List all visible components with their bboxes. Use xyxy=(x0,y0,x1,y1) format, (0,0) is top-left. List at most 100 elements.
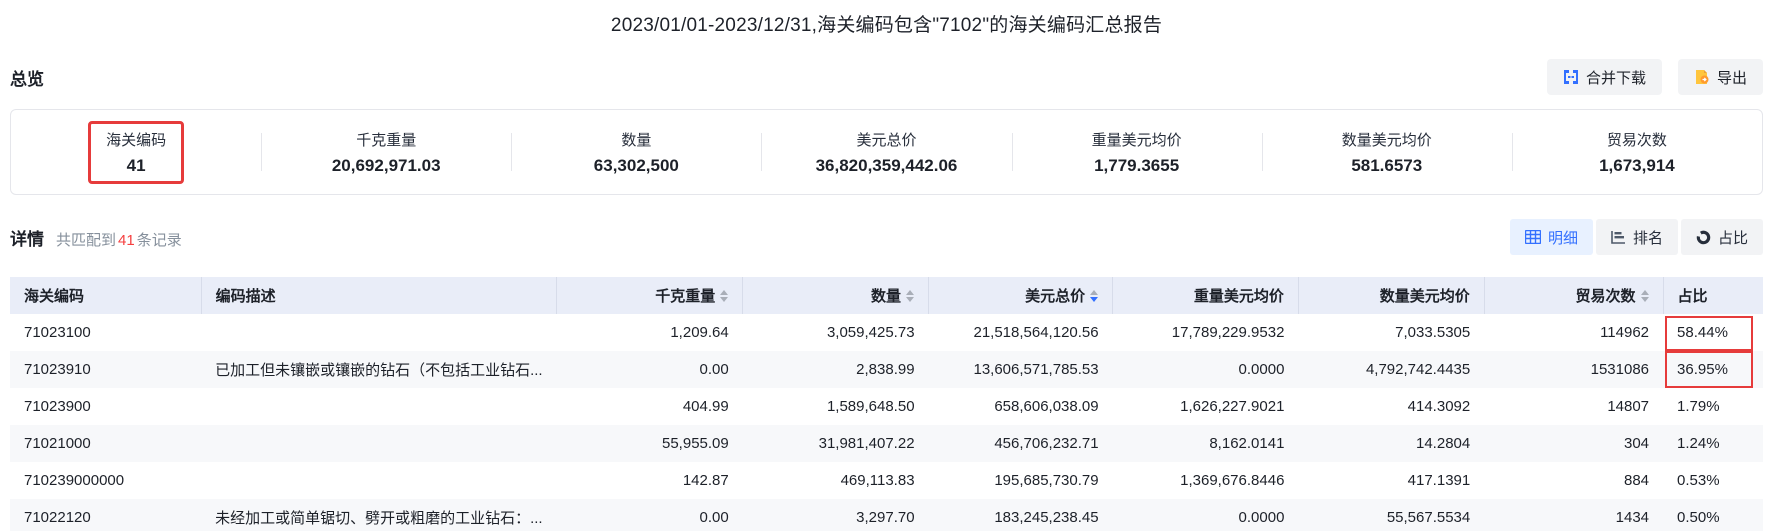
stat-value: 1,779.3655 xyxy=(1094,155,1180,175)
cell-trades: 1434 xyxy=(1615,509,1650,526)
cell-trades: 884 xyxy=(1624,472,1650,489)
column-header-qty[interactable]: 数量 xyxy=(742,277,930,314)
column-header-usd_per_qty: 数量美元均价 xyxy=(1298,277,1485,314)
column-header-label: 数量 xyxy=(871,288,902,305)
cell-trades: 304 xyxy=(1624,435,1650,452)
stat-value: 41 xyxy=(126,155,146,175)
cell-usd_per_kg: 0.0000 xyxy=(1238,509,1285,526)
column-header-usd[interactable]: 美元总价 xyxy=(928,277,1114,314)
column-header-label: 占比 xyxy=(1677,288,1708,305)
summary-stat-0: 海关编码 41 xyxy=(11,110,261,194)
stat-label: 贸易次数 xyxy=(1606,131,1667,149)
table-row: 71023910 已加工但未镶嵌或镶嵌的钻石（不包括工业钻石... 0.00 2,83… xyxy=(10,351,1763,388)
cell-kg: 0.00 xyxy=(699,509,729,526)
cell-usd_per_qty: 414.3092 xyxy=(1407,398,1471,415)
cell-desc: 已加工但未镶嵌或镶嵌的钻石（不包括工业钻石... xyxy=(215,362,543,379)
sort-arrows-icon[interactable] xyxy=(720,289,729,302)
cell-kg: 404.99 xyxy=(682,398,729,415)
table-row: 71023900 404.99 1,589,648.50 658,606,038.09… xyxy=(10,388,1763,425)
stat-value: 36,820,359,442.06 xyxy=(815,155,958,175)
cell-qty: 3,297.70 xyxy=(856,509,915,526)
column-header-label: 重量美元均价 xyxy=(1193,288,1284,305)
table-header-row: 海关编码 编码描述 千克重量 数量 美元总价 重量美元均价 数量美元均价 贸易次数 占比 xyxy=(10,277,1763,314)
view-tab-label: 排名 xyxy=(1632,229,1663,247)
column-header-label: 千克重量 xyxy=(655,288,716,305)
column-header-label: 海关编码 xyxy=(24,288,85,305)
cell-qty: 469,113.83 xyxy=(840,472,915,489)
cell-usd: 183,245,238.45 xyxy=(994,509,1099,526)
cell-qty: 3,059,425.73 xyxy=(826,324,915,341)
cell-qty: 2,838.99 xyxy=(856,361,915,378)
view-tab-排名[interactable]: 排名 xyxy=(1595,219,1678,255)
cell-code: 71023910 xyxy=(24,361,91,378)
summary-stat-2: 数量 63,302,500 xyxy=(511,110,761,194)
cell-trades: 1531086 xyxy=(1590,361,1650,378)
stat-label: 数量美元均价 xyxy=(1341,131,1432,149)
column-header-label: 数量美元均价 xyxy=(1379,288,1470,305)
column-header-trades[interactable]: 贸易次数 xyxy=(1484,277,1664,314)
stat-value: 20,692,971.03 xyxy=(331,155,441,175)
cell-kg: 55,955.09 xyxy=(662,435,729,452)
stat-value: 63,302,500 xyxy=(593,155,679,175)
red-annotation-box: 海关编码 41 xyxy=(88,120,185,184)
cell-usd_per_qty: 4,792,742.4435 xyxy=(1365,361,1471,378)
column-header-usd_per_kg: 重量美元均价 xyxy=(1112,277,1299,314)
cell-qty: 1,589,648.50 xyxy=(826,398,915,415)
summary-stat-5: 数量美元均价 581.6573 xyxy=(1261,110,1512,194)
cell-qty: 31,981,407.22 xyxy=(818,435,915,452)
cell-kg: 0.00 xyxy=(699,361,729,378)
export-button[interactable]: 导出 xyxy=(1677,59,1763,95)
cell-usd: 456,706,232.71 xyxy=(994,435,1099,452)
overview-heading: 总览 xyxy=(10,69,44,89)
cell-usd_per_kg: 1,626,227.9021 xyxy=(1180,398,1285,415)
view-mode-tabs: 明细 排名 占比 xyxy=(1509,219,1763,255)
table-row: 71022120 未经加工或简单锯切、劈开或粗磨的工业钻石：... 0.00 3,29… xyxy=(10,499,1763,531)
cell-kg: 142.87 xyxy=(682,472,729,489)
cell-usd_per_kg: 0.0000 xyxy=(1238,361,1285,378)
cell-usd_per_kg: 8,162.0141 xyxy=(1209,435,1285,452)
match-summary: 共匹配到 41 条记录 xyxy=(56,231,182,249)
sort-arrows-icon[interactable] xyxy=(1090,289,1099,302)
merge-download-button[interactable]: 合并下载 xyxy=(1546,59,1662,95)
page-title: 2023/01/01-2023/12/31,海关编码包含"7102"的海关编码汇… xyxy=(610,15,1163,36)
summary-stats-panel: 海关编码 41 千克重量 20,692,971.03 数量 63,302,500 美元总价 3… xyxy=(10,109,1763,195)
stat-label: 海关编码 xyxy=(106,131,167,149)
cell-code: 71021000 xyxy=(24,435,91,452)
column-header-kg[interactable]: 千克重量 xyxy=(556,277,744,314)
cell-share: 0.50% xyxy=(1677,509,1720,526)
stat-label: 千克重量 xyxy=(356,131,417,149)
view-tab-明细[interactable]: 明细 xyxy=(1509,219,1593,255)
cell-usd: 195,685,730.79 xyxy=(994,472,1099,489)
cell-usd: 13,606,571,785.53 xyxy=(973,361,1099,378)
cell-share: 1.24% xyxy=(1677,435,1720,452)
table-row: 71023100 1,209.64 3,059,425.73 21,518,564,1… xyxy=(10,314,1763,351)
cell-share: 36.95% xyxy=(1663,351,1763,388)
stat-value: 1,673,914 xyxy=(1599,155,1675,175)
column-header-share: 占比 xyxy=(1663,277,1763,314)
sort-arrows-icon[interactable] xyxy=(1640,289,1649,302)
stat-label: 美元总价 xyxy=(856,131,917,149)
overview-section-bar: 总览 合并下载 导出 xyxy=(10,59,1763,95)
column-header-code: 海关编码 xyxy=(10,277,202,314)
cell-trades: 14807 xyxy=(1607,398,1650,415)
cell-kg: 1,209.64 xyxy=(670,324,729,341)
view-tab-占比[interactable]: 占比 xyxy=(1680,219,1763,255)
view-tab-label: 明细 xyxy=(1547,229,1578,247)
summary-stat-3: 美元总价 36,820,359,442.06 xyxy=(761,110,1011,194)
cell-code: 71022120 xyxy=(24,509,91,526)
cell-share: 1.79% xyxy=(1677,398,1720,415)
match-count: 41 xyxy=(118,231,135,249)
cell-share: 58.44% xyxy=(1663,314,1763,351)
sort-arrows-icon[interactable] xyxy=(906,289,915,302)
cell-usd: 21,518,564,120.56 xyxy=(973,324,1099,341)
ranking-icon xyxy=(1611,230,1626,244)
table-icon xyxy=(1524,230,1541,244)
detail-section-bar: 详情 共匹配到 41 条记录 明细 排名 占比 xyxy=(10,219,1763,255)
cell-trades: 114962 xyxy=(1600,324,1650,341)
cell-usd: 658,606,038.09 xyxy=(994,398,1099,415)
column-header-desc: 编码描述 xyxy=(201,277,558,314)
cell-code: 71023900 xyxy=(24,398,91,415)
cell-desc xyxy=(201,425,557,462)
column-header-label: 美元总价 xyxy=(1025,288,1086,305)
cell-usd_per_qty: 14.2804 xyxy=(1416,435,1471,452)
